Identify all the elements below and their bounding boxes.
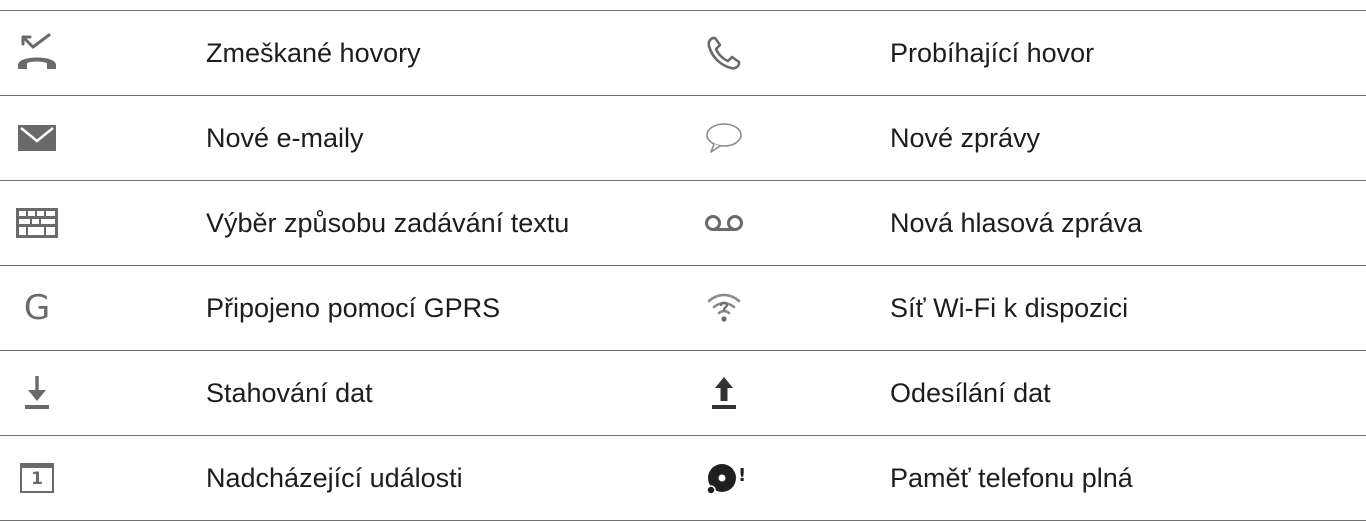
message-bubble-icon bbox=[702, 116, 746, 160]
storage-full-icon: ! bbox=[702, 456, 746, 500]
gprs-glyph: G bbox=[23, 288, 51, 328]
table-row: 1 Nadcházející události ! Paměť telefonu… bbox=[0, 436, 1366, 521]
table-row: G Připojeno pomocí GPRS Síť Wi-Fi k disp… bbox=[0, 266, 1366, 351]
row-label-right: Nová hlasová zpráva bbox=[890, 208, 1143, 238]
row-label-right: Probíhající hovor bbox=[890, 38, 1095, 68]
storage-full-exclamation: ! bbox=[738, 465, 747, 486]
calendar-frame: 1 bbox=[20, 463, 54, 493]
status-icons-table: Zmeškané hovory Probíhající hovor Nové e… bbox=[0, 10, 1366, 521]
calendar-day-glyph: 1 bbox=[31, 469, 43, 489]
row-label-left: Nadcházející události bbox=[206, 463, 463, 493]
storage-full-graphic: ! bbox=[702, 458, 746, 498]
row-label-right: Odesílání dat bbox=[890, 378, 1051, 408]
download-icon bbox=[15, 371, 59, 415]
voicemail-icon bbox=[702, 201, 746, 245]
row-label-left: Připojeno pomocí GPRS bbox=[206, 293, 501, 323]
gprs-icon: G bbox=[15, 286, 59, 330]
row-label-left: Stahování dat bbox=[206, 378, 373, 408]
keyboard-icon bbox=[15, 201, 59, 245]
upload-icon bbox=[702, 371, 746, 415]
table-row: Stahování dat Odesílání dat bbox=[0, 351, 1366, 436]
row-label-right: Paměť telefonu plná bbox=[890, 463, 1133, 493]
ongoing-call-icon bbox=[702, 31, 746, 75]
row-label-right: Nové zprávy bbox=[890, 123, 1041, 153]
row-label-left: Zmeškané hovory bbox=[206, 38, 421, 68]
missed-call-icon bbox=[15, 31, 59, 75]
row-label-left: Výběr způsobu zadávání textu bbox=[206, 208, 570, 238]
table-row: Zmeškané hovory Probíhající hovor bbox=[0, 11, 1366, 96]
calendar-icon: 1 bbox=[15, 456, 59, 500]
table-row: Nové e-maily Nové zprávy bbox=[0, 96, 1366, 181]
wifi-available-icon bbox=[702, 286, 746, 330]
row-label-right: Síť Wi-Fi k dispozici bbox=[890, 293, 1129, 323]
row-label-left: Nové e-maily bbox=[206, 123, 364, 153]
email-icon bbox=[15, 116, 59, 160]
table-row: Výběr způsobu zadávání textu Nová hlasov… bbox=[0, 181, 1366, 266]
